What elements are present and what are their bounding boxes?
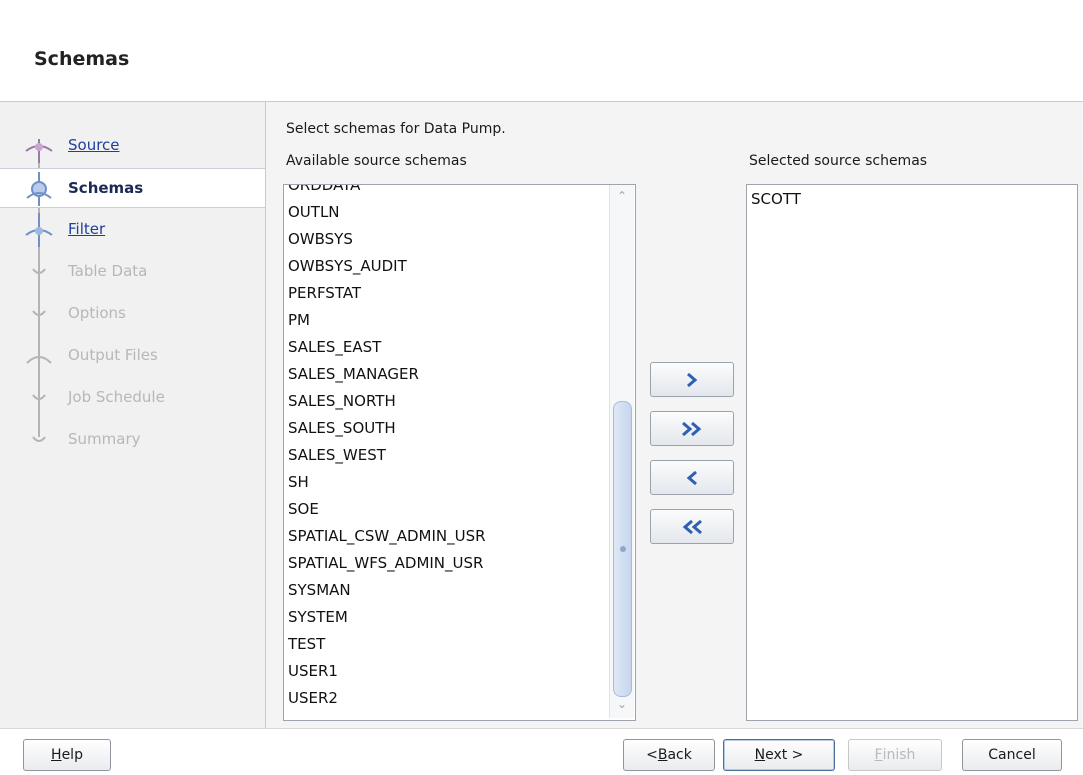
step-output-files: Output Files xyxy=(0,336,265,376)
scrollbar-thumb[interactable] xyxy=(613,401,632,697)
move-all-left-button[interactable] xyxy=(650,509,734,544)
scrollbar-grip-icon xyxy=(620,546,626,552)
back-button[interactable]: < Back xyxy=(623,739,715,771)
list-item[interactable]: SALES_NORTH xyxy=(288,388,396,414)
filter-step-icon xyxy=(25,213,53,247)
finish-button[interactable]: Finish xyxy=(848,739,942,771)
scroll-down-arrow-icon[interactable]: ⌄ xyxy=(610,697,634,713)
list-item[interactable]: OWBSYS_AUDIT xyxy=(288,253,407,279)
step-table-data: Table Data xyxy=(0,252,265,292)
move-selected-left-button[interactable] xyxy=(650,460,734,495)
list-item[interactable]: SALES_EAST xyxy=(288,334,381,360)
list-item[interactable]: SCOTT xyxy=(751,186,801,212)
step-options: Options xyxy=(0,294,265,334)
list-item[interactable]: SALES_WEST xyxy=(288,442,386,468)
list-item[interactable]: TEST xyxy=(288,631,325,657)
step-job-schedule-label: Job Schedule xyxy=(68,388,165,406)
next-button-label-suffix: ext > xyxy=(765,747,804,763)
cancel-button-label: Cancel xyxy=(988,747,1036,763)
back-button-label-prefix: < xyxy=(646,747,658,763)
move-selected-right-button[interactable] xyxy=(650,362,734,397)
single-chevron-left-icon xyxy=(686,470,697,485)
step-schemas[interactable]: Schemas xyxy=(0,168,265,208)
step-summary: Summary xyxy=(0,420,265,460)
help-button-label-suffix: elp xyxy=(61,747,83,763)
single-chevron-right-icon xyxy=(687,372,698,387)
move-all-right-button[interactable] xyxy=(650,411,734,446)
list-item[interactable]: USER1 xyxy=(288,658,338,684)
list-item[interactable]: OWBSYS xyxy=(288,226,353,252)
cancel-button[interactable]: Cancel xyxy=(962,739,1062,771)
list-item[interactable]: PM xyxy=(288,307,310,333)
list-item[interactable]: SPATIAL_CSW_ADMIN_USR xyxy=(288,523,486,549)
schemas-step-icon xyxy=(26,172,52,206)
options-step-icon xyxy=(32,297,46,331)
steps-panel: Source Schemas Filter Table Data Options xyxy=(0,102,266,728)
scroll-up-arrow-icon[interactable]: ⌃ xyxy=(610,189,634,205)
selected-schemas-label: Selected source schemas xyxy=(749,153,928,169)
step-schemas-label: Schemas xyxy=(68,179,144,197)
list-item[interactable]: PERFSTAT xyxy=(288,280,361,306)
list-item[interactable]: SH xyxy=(288,469,309,495)
step-options-label: Options xyxy=(68,304,126,322)
summary-step-icon xyxy=(32,423,46,442)
list-item[interactable]: USER2 xyxy=(288,685,338,711)
list-item[interactable]: SALES_SOUTH xyxy=(288,415,396,441)
help-button[interactable]: Help xyxy=(23,739,111,771)
step-filter-label: Filter xyxy=(68,220,106,238)
instruction-text: Select schemas for Data Pump. xyxy=(286,121,506,137)
selected-schemas-list[interactable]: SCOTT xyxy=(746,184,1078,721)
next-button-mnemonic: N xyxy=(754,747,766,763)
available-schemas-list[interactable]: ORDDATA OUTLN OWBSYS OWBSYS_AUDIT PERFST… xyxy=(283,184,636,721)
job-schedule-step-icon xyxy=(32,381,46,415)
available-schemas-label: Available source schemas xyxy=(286,153,467,169)
step-source-label: Source xyxy=(68,136,120,154)
step-table-data-label: Table Data xyxy=(68,262,148,280)
list-item[interactable]: SYSMAN xyxy=(288,577,351,603)
list-item[interactable]: SOE xyxy=(288,496,319,522)
source-step-icon xyxy=(25,139,53,163)
finish-button-mnemonic: F xyxy=(874,747,883,763)
list-item[interactable]: SYSTEM xyxy=(288,604,348,630)
available-list-scrollbar[interactable]: ⌃ ⌄ xyxy=(609,185,634,718)
help-button-mnemonic: H xyxy=(51,747,62,763)
table-data-step-icon xyxy=(32,255,46,289)
back-button-label-suffix: ack xyxy=(667,747,692,763)
list-item[interactable]: OUTLN xyxy=(288,199,340,225)
wizard-header: Schemas xyxy=(0,0,1083,102)
step-filter[interactable]: Filter xyxy=(0,210,265,250)
step-output-files-label: Output Files xyxy=(68,346,158,364)
list-item[interactable]: ORDDATA xyxy=(288,185,360,198)
finish-button-label-suffix: inish xyxy=(882,747,916,763)
double-chevron-left-icon xyxy=(682,519,702,534)
step-job-schedule: Job Schedule xyxy=(0,378,265,418)
page-title: Schemas xyxy=(34,48,130,70)
back-button-mnemonic: B xyxy=(657,747,668,763)
list-item[interactable]: SALES_MANAGER xyxy=(288,361,419,387)
list-item[interactable]: SPATIAL_WFS_ADMIN_USR xyxy=(288,550,483,576)
next-button[interactable]: Next > xyxy=(723,739,835,771)
step-summary-label: Summary xyxy=(68,430,141,448)
step-source[interactable]: Source xyxy=(0,126,265,166)
output-files-step-icon xyxy=(26,339,52,373)
double-chevron-right-icon xyxy=(682,421,702,436)
